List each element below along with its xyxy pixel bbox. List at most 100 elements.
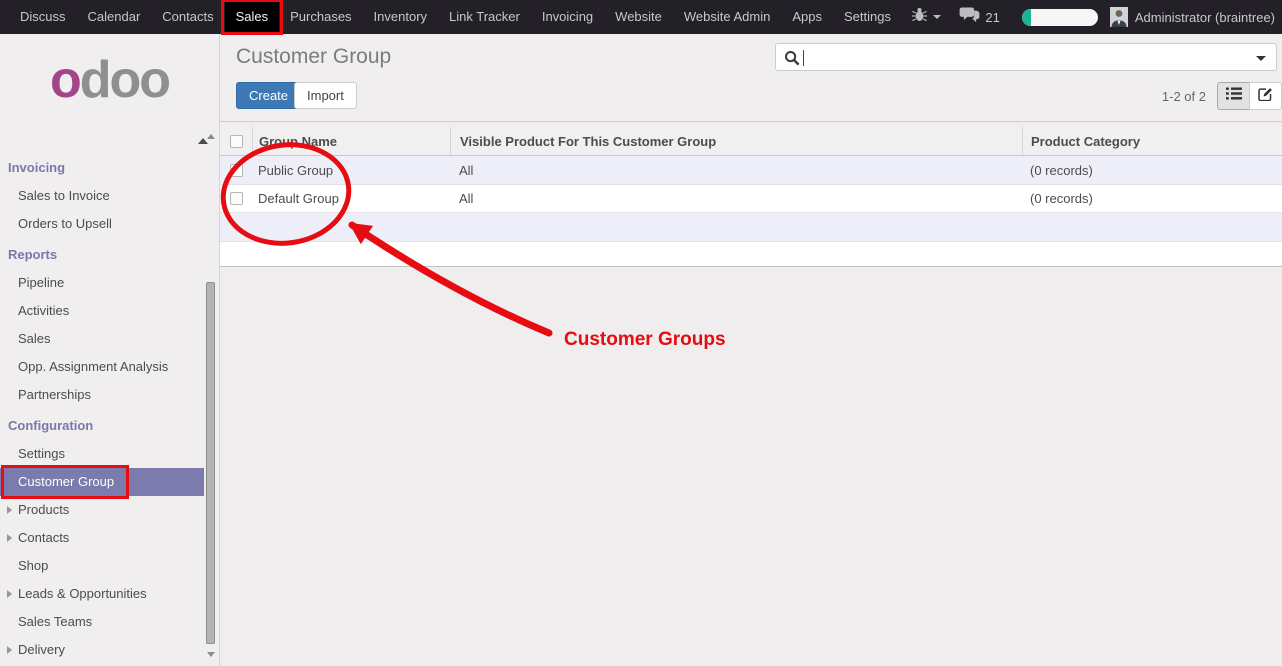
- select-all-cell: [220, 127, 252, 155]
- debug-menu[interactable]: [911, 7, 941, 27]
- sidebar-section-configuration: Configuration: [0, 412, 203, 440]
- sidebar-item-leads-opportunities[interactable]: Leads & Opportunities: [0, 580, 203, 608]
- annotation-callout: Customer Groups: [564, 329, 726, 351]
- sidebar-item-contacts-label: Contacts: [18, 530, 69, 545]
- empty-row: [220, 213, 1282, 242]
- user-avatar[interactable]: [1110, 7, 1128, 27]
- sidebar-menu: Invoicing Sales to Invoice Orders to Ups…: [0, 151, 203, 664]
- sidebar-item-delivery[interactable]: Delivery: [0, 636, 203, 664]
- view-switcher: [1217, 82, 1282, 110]
- sidebar-item-leads-opportunities-label: Leads & Opportunities: [18, 586, 147, 601]
- nav-item-settings[interactable]: Settings: [833, 0, 902, 34]
- control-panel: Customer Group Create Import 1-2 of 2: [220, 34, 1282, 122]
- list-icon: [1226, 87, 1242, 105]
- cell-visible-product: All: [450, 156, 1022, 184]
- create-button[interactable]: Create: [236, 82, 301, 109]
- search-dropdown-icon[interactable]: [1256, 56, 1266, 61]
- header-visible-product[interactable]: Visible Product For This Customer Group: [450, 127, 1022, 155]
- page-title: Customer Group: [236, 45, 391, 69]
- table-header-row: Group Name Visible Product For This Cust…: [220, 127, 1282, 156]
- message-count-badge: 21: [985, 10, 999, 25]
- sidebar-item-shop[interactable]: Shop: [0, 552, 203, 580]
- nav-item-website[interactable]: Website: [604, 0, 673, 34]
- cell-group-name: Default Group: [252, 185, 450, 212]
- odoo-logo-first-letter: o: [50, 51, 80, 109]
- user-menu[interactable]: Administrator (braintree): [1135, 10, 1275, 25]
- messages-menu[interactable]: 21: [959, 7, 999, 28]
- header-group-name[interactable]: Group Name: [252, 127, 450, 155]
- import-button[interactable]: Import: [294, 82, 357, 109]
- main-content: Customer Group Create Import 1-2 of 2: [220, 34, 1282, 666]
- search-bar[interactable]: [775, 43, 1277, 71]
- edit-icon: [1258, 86, 1274, 106]
- sidebar: odoo Invoicing Sales to Invoice Orders t…: [0, 34, 220, 666]
- nav-menu: Discuss Calendar Contacts Sales Purchase…: [0, 0, 902, 34]
- nav-item-purchases[interactable]: Purchases: [279, 0, 362, 34]
- pager[interactable]: 1-2 of 2: [1162, 89, 1206, 104]
- chevron-down-icon: [933, 15, 941, 19]
- sidebar-item-customer-group-label: Customer Group: [18, 474, 114, 489]
- nav-item-calendar[interactable]: Calendar: [77, 0, 152, 34]
- top-nav: Discuss Calendar Contacts Sales Purchase…: [0, 0, 1282, 34]
- odoo-logo: odoo: [0, 50, 219, 110]
- cell-product-category: (0 records): [1022, 156, 1282, 184]
- sidebar-item-activities[interactable]: Activities: [0, 297, 203, 325]
- sidebar-item-partnerships[interactable]: Partnerships: [0, 381, 203, 409]
- nav-right-tools: 21 Administrator (braintree): [911, 0, 1275, 34]
- sidebar-item-sales-to-invoice[interactable]: Sales to Invoice: [0, 182, 203, 210]
- nav-item-invoicing[interactable]: Invoicing: [531, 0, 604, 34]
- row-checkbox-cell: [220, 185, 252, 212]
- header-product-category[interactable]: Product Category: [1022, 127, 1282, 155]
- expand-arrow-icon: [7, 534, 12, 542]
- odoo-logo-rest: doo: [80, 51, 169, 109]
- scrollbar-thumb[interactable]: [206, 282, 215, 644]
- sidebar-item-products-label: Products: [18, 502, 69, 517]
- cell-product-category: (0 records): [1022, 185, 1282, 212]
- nav-item-apps[interactable]: Apps: [781, 0, 833, 34]
- sidebar-item-sales-teams[interactable]: Sales Teams: [0, 608, 203, 636]
- sidebar-section-reports: Reports: [0, 241, 203, 269]
- scrollbar-up-icon[interactable]: [207, 134, 215, 139]
- sidebar-item-pipeline[interactable]: Pipeline: [0, 269, 203, 297]
- sidebar-item-customer-group[interactable]: Customer Group: [0, 468, 204, 496]
- customer-group-table: Group Name Visible Product For This Cust…: [220, 127, 1282, 267]
- sidebar-item-settings[interactable]: Settings: [0, 440, 203, 468]
- sidebar-item-orders-to-upsell[interactable]: Orders to Upsell: [0, 210, 203, 238]
- timer-progress-fill: [1022, 9, 1031, 26]
- scrollbar-down-icon[interactable]: [207, 652, 215, 657]
- expand-arrow-icon: [7, 506, 12, 514]
- sidebar-item-products[interactable]: Products: [0, 496, 203, 524]
- timer-progress-bar: [1022, 9, 1098, 26]
- sidebar-item-contacts[interactable]: Contacts: [0, 524, 203, 552]
- sidebar-section-invoicing: Invoicing: [0, 154, 203, 182]
- row-checkbox[interactable]: [230, 192, 243, 205]
- bug-icon: [911, 7, 928, 27]
- nav-item-link-tracker[interactable]: Link Tracker: [438, 0, 531, 34]
- nav-item-website-admin[interactable]: Website Admin: [673, 0, 781, 34]
- expand-arrow-icon: [7, 590, 12, 598]
- list-view-button[interactable]: [1217, 82, 1250, 110]
- form-view-button[interactable]: [1249, 82, 1282, 110]
- cell-visible-product: All: [450, 185, 1022, 212]
- search-input[interactable]: [806, 46, 1236, 68]
- empty-row: [220, 242, 1282, 267]
- expand-arrow-icon: [7, 646, 12, 654]
- comments-icon: [959, 7, 980, 28]
- nav-item-discuss[interactable]: Discuss: [9, 0, 77, 34]
- nav-item-sales-label: Sales: [236, 9, 269, 24]
- table-row[interactable]: Default Group All (0 records): [220, 185, 1282, 213]
- select-all-checkbox[interactable]: [230, 135, 243, 148]
- row-checkbox[interactable]: [230, 164, 243, 177]
- sidebar-item-opp-assignment-analysis[interactable]: Opp. Assignment Analysis: [0, 353, 203, 381]
- sidebar-scrollbar[interactable]: [203, 34, 219, 666]
- search-icon: [784, 50, 800, 71]
- sidebar-item-delivery-label: Delivery: [18, 642, 65, 657]
- nav-item-sales[interactable]: Sales: [225, 0, 280, 34]
- nav-item-contacts[interactable]: Contacts: [151, 0, 224, 34]
- cell-group-name: Public Group: [252, 156, 450, 184]
- table-row[interactable]: Public Group All (0 records): [220, 156, 1282, 185]
- text-cursor: [803, 50, 804, 66]
- nav-item-inventory[interactable]: Inventory: [363, 0, 438, 34]
- sidebar-item-sales[interactable]: Sales: [0, 325, 203, 353]
- row-checkbox-cell: [220, 156, 252, 184]
